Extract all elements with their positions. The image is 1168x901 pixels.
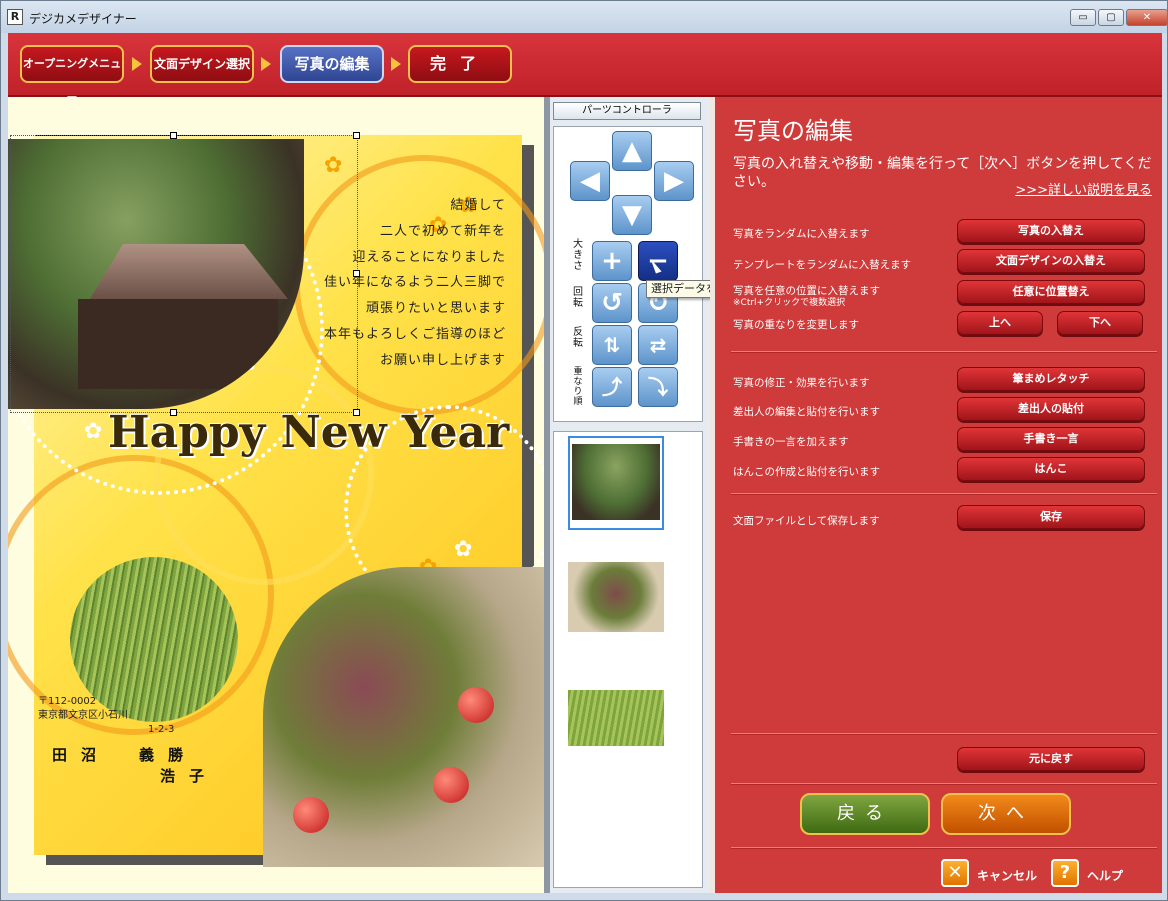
random-photo-label: 写真をランダムに入替えます — [733, 228, 870, 240]
bring-forward-button[interactable]: ⤴ — [592, 367, 632, 407]
send-backward-button[interactable]: ⤵ — [638, 367, 678, 407]
handwriting-button[interactable]: 手書き一言 — [957, 427, 1145, 451]
flower-icon: ✿ — [84, 419, 103, 444]
card-canvas[interactable]: ✿ ✿ ✿ ✿ ✿ ✿ ✿ 結婚して 二人で初めて新年を 迎えることになりました… — [8, 97, 544, 893]
divider — [731, 733, 1157, 735]
tomato — [293, 797, 329, 833]
move-up-button[interactable]: ▲ — [612, 131, 652, 171]
order-label: 重なり順 — [573, 367, 583, 407]
panel-title: 写真の編集 — [733, 117, 853, 145]
handwriting-label: 手書きの一言を加えます — [733, 436, 849, 448]
rotate-label: 回転 — [573, 287, 583, 309]
resize-handle[interactable] — [353, 409, 360, 416]
resize-handle[interactable] — [170, 409, 177, 416]
help-icon[interactable]: ? — [1051, 859, 1079, 887]
controller-buttons: ▲ ◀ ▶ ▼ 大きさ + − 回転 ↺ ↻ 反転 ⇅ ⇄ 重なり順 ⤴ ⤵ — [553, 126, 703, 422]
photo-swap-button[interactable]: 写真の入替え — [957, 219, 1145, 243]
order-change-label: 写真の重なりを変更します — [733, 319, 859, 331]
app-icon: R — [7, 9, 23, 25]
window-title: デジカメデザイナー — [29, 12, 137, 26]
name-line: 浩子 — [160, 767, 219, 785]
save-button[interactable]: 保存 — [957, 505, 1145, 529]
parts-controller-title: パーツコントローラ — [553, 102, 701, 120]
ctrl-click-note: ※Ctrl+クリックで複数選択 — [733, 298, 846, 308]
sender-address[interactable]: 〒112-0002 東京都文京区小石川 1-2-3 — [38, 695, 174, 737]
address-line: 東京都文京区小石川 — [38, 710, 128, 721]
correction-label: 写真の修正・効果を行います — [733, 377, 870, 389]
retouch-button[interactable]: 筆まめレタッチ — [957, 367, 1145, 391]
divider — [731, 493, 1157, 495]
resize-handle[interactable] — [353, 132, 360, 139]
step-arrow-icon — [261, 57, 271, 71]
maximize-button[interactable]: ▢ — [1098, 9, 1124, 26]
sender-names[interactable]: 田沼 義勝 浩子 — [52, 745, 218, 787]
random-template-label: テンプレートをランダムに入替えます — [733, 259, 912, 271]
photo-thumbnail-list — [553, 431, 703, 888]
move-down-button[interactable]: ▼ — [612, 195, 652, 235]
name-line: 田沼 義勝 — [52, 746, 198, 764]
detail-help-link[interactable]: >>>詳しい説明を見る — [1015, 179, 1152, 198]
sender-paste-button[interactable]: 差出人の貼付 — [957, 397, 1145, 421]
order-up-button[interactable]: 上へ — [957, 311, 1043, 335]
tomato — [458, 687, 494, 723]
thumbnail-vegetables[interactable] — [568, 562, 664, 632]
thumbnail-temple[interactable] — [568, 436, 664, 530]
address-number: 1-2-3 — [148, 724, 175, 735]
step-header: オープニングメニュー 文面デザイン選択 写真の編集 完了 — [8, 33, 1162, 104]
happy-new-year-headline[interactable]: Happy New Year — [108, 407, 509, 458]
close-button[interactable]: ✕ — [1126, 9, 1168, 26]
step-opening-menu[interactable]: オープニングメニュー — [20, 45, 124, 104]
next-button[interactable]: 次へ — [941, 793, 1071, 835]
save-label: 文面ファイルとして保存します — [733, 515, 880, 527]
step-design-select[interactable]: 文面デザイン選択 — [150, 45, 254, 83]
enlarge-button[interactable]: + — [592, 241, 632, 281]
resize-handle[interactable] — [170, 132, 177, 139]
step-arrow-icon — [391, 57, 401, 71]
cancel-label[interactable]: キャンセル — [977, 867, 1037, 884]
resize-handle[interactable] — [353, 270, 360, 277]
hanko-button[interactable]: はんこ — [957, 457, 1145, 481]
postal-code: 〒112-0002 — [38, 696, 97, 707]
move-left-button[interactable]: ◀ — [570, 161, 610, 201]
flower-icon: ✿ — [454, 537, 473, 562]
cancel-icon[interactable]: ✕ — [941, 859, 969, 887]
order-down-button[interactable]: 下へ — [1057, 311, 1143, 335]
position-swap-button[interactable]: 任意に位置替え — [957, 280, 1145, 304]
title-bar: R デジカメデザイナー ▭ ▢ ✕ — [1, 1, 1168, 33]
flip-vertical-button[interactable]: ⇅ — [592, 325, 632, 365]
divider — [731, 847, 1157, 849]
flip-label: 反転 — [573, 327, 583, 349]
photo-vegetables[interactable] — [263, 567, 544, 867]
selection-box[interactable] — [10, 135, 358, 413]
rotate-left-button[interactable]: ↺ — [592, 283, 632, 323]
move-right-button[interactable]: ▶ — [654, 161, 694, 201]
tomato — [433, 767, 469, 803]
flip-horizontal-button[interactable]: ⇄ — [638, 325, 678, 365]
thumbnail-rice-field[interactable] — [568, 690, 664, 746]
help-label[interactable]: ヘルプ — [1087, 867, 1123, 884]
undo-button[interactable]: 元に戻す — [957, 747, 1145, 771]
step-photo-edit[interactable]: 写真の編集 — [280, 45, 384, 83]
back-button[interactable]: 戻る — [800, 793, 930, 835]
sender-edit-label: 差出人の編集と貼付を行います — [733, 406, 880, 418]
app-window: R デジカメデザイナー ▭ ▢ ✕ オープニングメニュー 文面デザイン選択 写真… — [0, 0, 1168, 901]
step-done[interactable]: 完了 — [408, 45, 512, 83]
size-label: 大きさ — [573, 239, 583, 272]
divider — [731, 783, 1157, 785]
design-swap-button[interactable]: 文面デザインの入替え — [957, 249, 1145, 273]
parts-controller-panel: パーツコントローラ ▲ ◀ ▶ ▼ 大きさ + − 回転 ↺ ↻ 反転 ⇅ ⇄ … — [550, 97, 710, 893]
hanko-label: はんこの作成と貼付を行います — [733, 466, 880, 478]
step-arrow-icon — [132, 57, 142, 71]
minimize-button[interactable]: ▭ — [1070, 9, 1096, 26]
edit-panel: 写真の編集 写真の入れ替えや移動・編集を行って［次へ］ボタンを押してください。 … — [710, 97, 1162, 893]
divider — [731, 351, 1157, 353]
